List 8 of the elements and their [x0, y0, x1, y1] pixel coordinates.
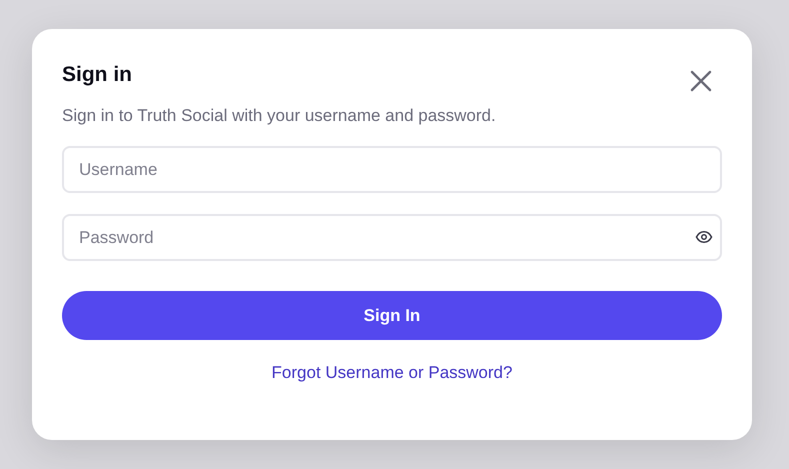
close-button[interactable] [689, 69, 713, 93]
sign-in-button[interactable]: Sign In [62, 291, 722, 340]
dialog-subtitle: Sign in to Truth Social with your username and password. [62, 106, 497, 126]
username-field[interactable]: Username [62, 146, 722, 193]
password-field[interactable]: Password [62, 214, 722, 261]
forgot-credentials-link[interactable]: Forgot Username or Password? [272, 363, 512, 383]
eye-icon[interactable] [695, 228, 713, 246]
dialog-title: Sign in [62, 63, 132, 87]
